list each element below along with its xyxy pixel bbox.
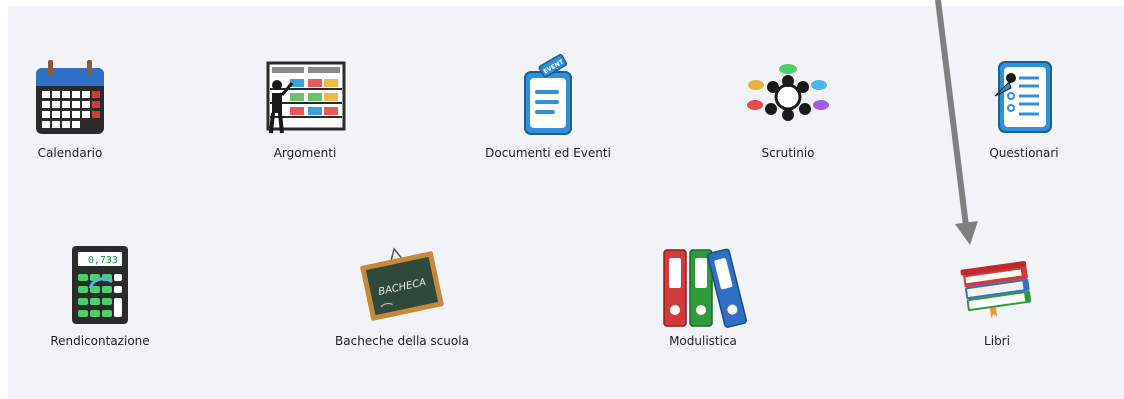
tile-questionari[interactable]: Questionari: [939, 52, 1109, 172]
tile-label: Documenti ed Eventi: [485, 146, 611, 160]
tile-label: Rendicontazione: [50, 334, 150, 348]
tile-label: Argomenti: [273, 146, 337, 160]
binders-icon: [658, 240, 748, 330]
books-icon: [952, 240, 1042, 330]
documents-events-icon: EVENT: [503, 52, 593, 142]
tile-label: Calendario: [37, 146, 103, 160]
tile-label: Libri: [984, 334, 1010, 348]
tile-libri[interactable]: Libri: [912, 240, 1082, 360]
tile-documenti-eventi[interactable]: EVENT Documenti ed Eventi: [463, 52, 633, 172]
calculator-icon: 0,733: [55, 240, 145, 330]
tile-label: Bacheche della scuola: [335, 334, 469, 348]
tile-scrutinio[interactable]: Scrutinio: [703, 52, 873, 172]
tile-label: Modulistica: [669, 334, 737, 348]
tile-modulistica[interactable]: Modulistica: [618, 240, 788, 360]
tile-label: Questionari: [989, 146, 1059, 160]
chalkboard-icon: BACHECA: [357, 240, 447, 330]
tile-bacheche[interactable]: BACHECA Bacheche della scuola: [317, 240, 487, 360]
tile-argomenti[interactable]: Argomenti: [220, 52, 390, 172]
teacher-board-icon: [260, 52, 350, 142]
calendar-icon: [25, 52, 115, 142]
tile-label: Scrutinio: [761, 146, 815, 160]
questionnaire-icon: [979, 52, 1069, 142]
tile-calendario[interactable]: Calendario: [0, 52, 155, 172]
tile-rendicontazione[interactable]: 0,733 Rendicontazione: [15, 240, 185, 360]
calculator-display: 0,733: [88, 255, 118, 266]
meeting-icon: [743, 52, 833, 142]
